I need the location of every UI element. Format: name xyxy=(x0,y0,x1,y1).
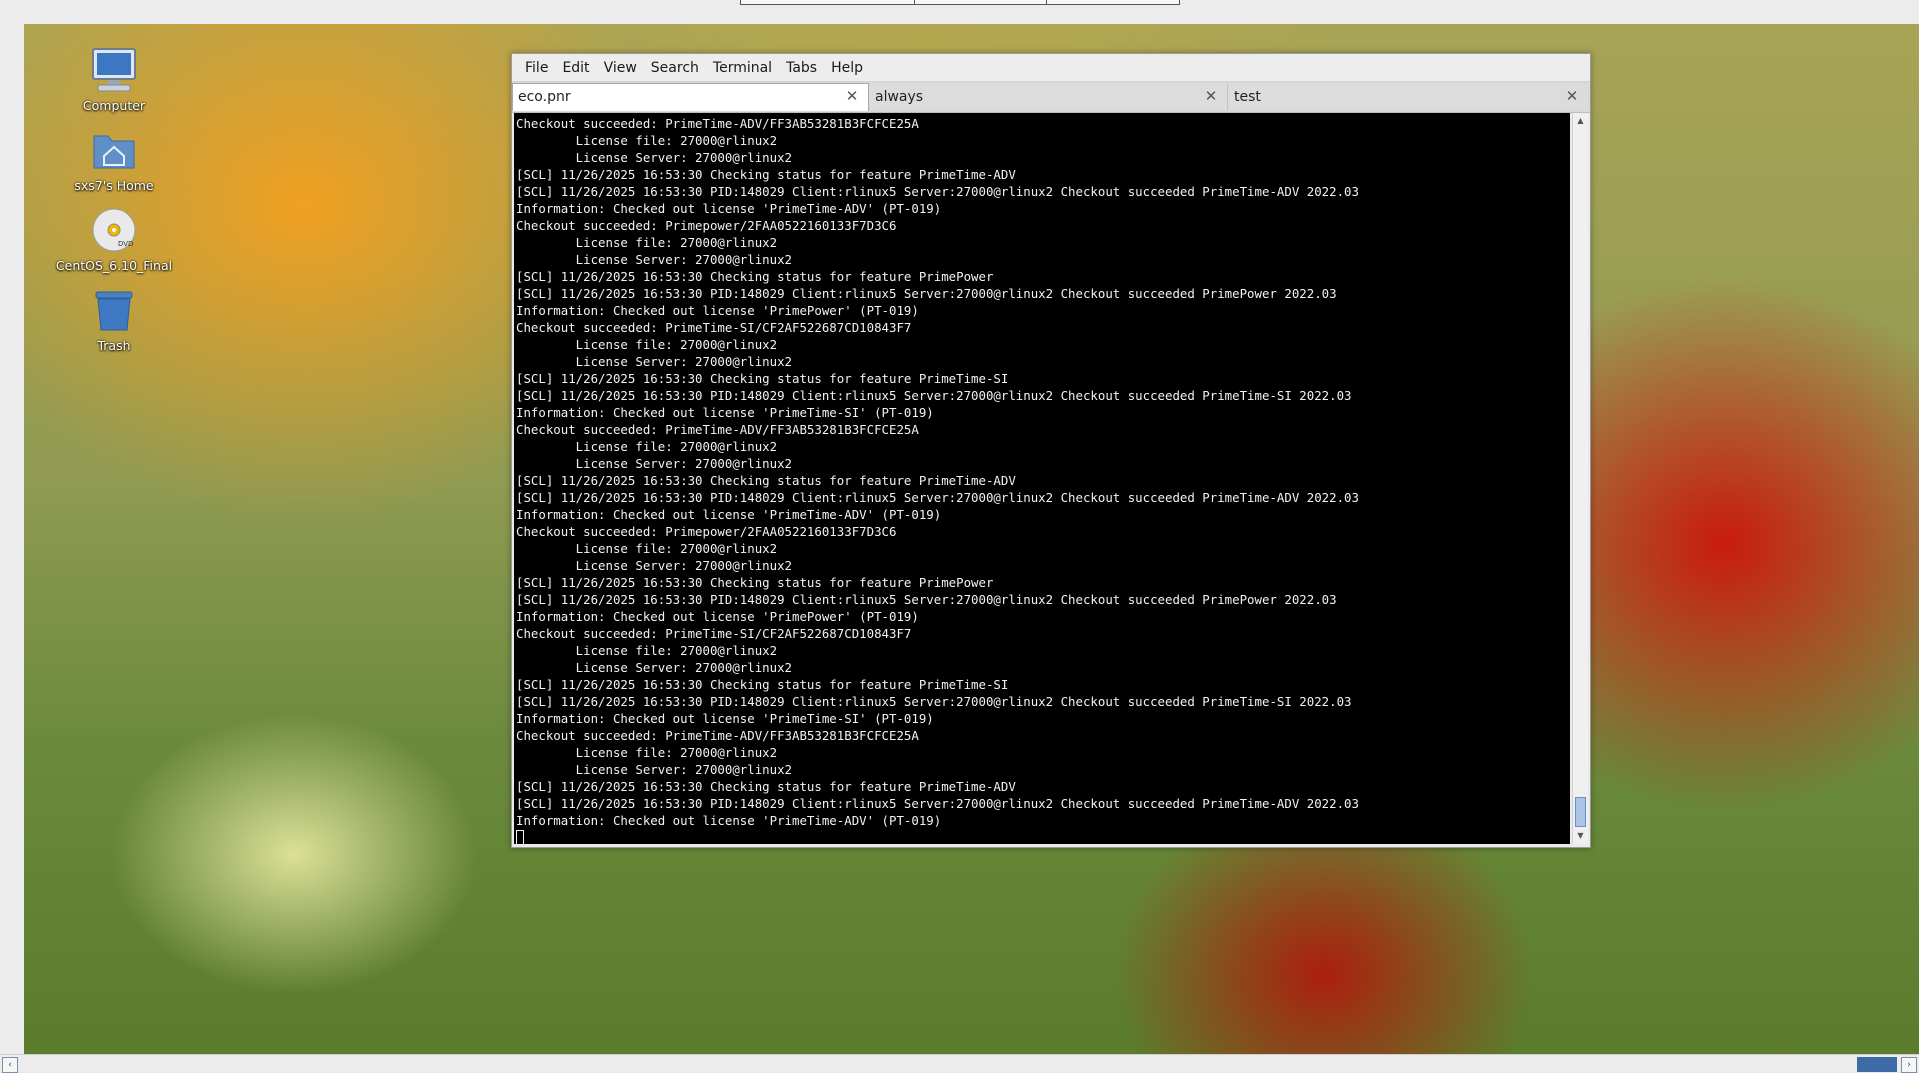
terminal-line: [SCL] 11/26/2025 16:53:30 PID:148029 Cli… xyxy=(516,184,1359,199)
terminal-line: License file: 27000@rlinux2 xyxy=(575,439,778,454)
home-folder-icon xyxy=(90,126,138,174)
terminal-line: License file: 27000@rlinux2 xyxy=(575,541,778,556)
taskbar-slot[interactable] xyxy=(914,0,1048,5)
terminal-line: License file: 27000@rlinux2 xyxy=(575,643,778,658)
terminal-line: [SCL] 11/26/2025 16:53:30 Checking statu… xyxy=(516,269,994,284)
terminal-line: [SCL] 11/26/2025 16:53:30 PID:148029 Cli… xyxy=(516,796,1359,811)
terminal-line: License file: 27000@rlinux2 xyxy=(575,745,778,760)
tab-always[interactable]: always ✕ xyxy=(870,84,1228,110)
terminal-line: License file: 27000@rlinux2 xyxy=(575,133,778,148)
terminal-line: Checkout succeeded: PrimeTime-SI/CF2AF52… xyxy=(516,320,912,335)
terminal-line: Information: Checked out license 'PrimeT… xyxy=(516,405,934,420)
trash-icon xyxy=(90,286,138,334)
terminal-line: [SCL] 11/26/2025 16:53:30 PID:148029 Cli… xyxy=(516,490,1359,505)
terminal-window[interactable]: File Edit View Search Terminal Tabs Help… xyxy=(511,53,1591,848)
terminal-line: License Server: 27000@rlinux2 xyxy=(575,354,793,369)
close-icon[interactable]: ✕ xyxy=(1203,88,1219,104)
terminal-cursor xyxy=(516,830,524,844)
terminal-line: [SCL] 11/26/2025 16:53:30 Checking statu… xyxy=(516,473,1016,488)
desktop-icon-dvd[interactable]: DVD CentOS_6.10_Final xyxy=(44,206,184,273)
terminal-line: [SCL] 11/26/2025 16:53:30 PID:148029 Cli… xyxy=(516,694,1352,709)
left-panel-strip xyxy=(0,24,25,1054)
terminal-line: [SCL] 11/26/2025 16:53:30 Checking statu… xyxy=(516,371,1009,386)
terminal-text: Checkout succeeded: PrimeTime-ADV/FF3AB5… xyxy=(514,113,1570,844)
terminal-line: [SCL] 11/26/2025 16:53:30 Checking statu… xyxy=(516,167,1016,182)
menu-edit[interactable]: Edit xyxy=(555,60,596,76)
taskbar-slot[interactable] xyxy=(740,0,916,5)
terminal-line: [SCL] 11/26/2025 16:53:30 PID:148029 Cli… xyxy=(516,592,1337,607)
desktop-icon-label: Trash xyxy=(97,338,131,353)
tab-label: always xyxy=(875,89,924,105)
desktop-icon-label: Computer xyxy=(82,98,146,113)
terminal-line: Information: Checked out license 'PrimeT… xyxy=(516,201,942,216)
tab-bar: eco.pnr ✕ always ✕ test ✕ xyxy=(512,82,1590,113)
scroll-thumb[interactable] xyxy=(1575,797,1586,827)
terminal-line: Checkout succeeded: PrimeTime-ADV/FF3AB5… xyxy=(516,422,919,437)
terminal-line: [SCL] 11/26/2025 16:53:30 Checking statu… xyxy=(516,575,994,590)
terminal-line: Checkout succeeded: PrimeTime-ADV/FF3AB5… xyxy=(516,728,919,743)
menu-file[interactable]: File xyxy=(518,60,555,76)
terminal-line: License Server: 27000@rlinux2 xyxy=(575,558,793,573)
terminal-line: [SCL] 11/26/2025 16:53:30 Checking statu… xyxy=(516,779,1016,794)
desktop-icon-computer[interactable]: Computer xyxy=(44,46,184,113)
terminal-output[interactable]: Checkout succeeded: PrimeTime-ADV/FF3AB5… xyxy=(514,113,1570,844)
menu-search[interactable]: Search xyxy=(644,60,706,76)
terminal-line: Information: Checked out license 'PrimeP… xyxy=(516,609,919,624)
menubar: File Edit View Search Terminal Tabs Help xyxy=(512,54,1590,82)
menu-terminal[interactable]: Terminal xyxy=(706,60,779,76)
terminal-line: Checkout succeeded: PrimeTime-ADV/FF3AB5… xyxy=(516,116,919,131)
menu-help[interactable]: Help xyxy=(824,60,870,76)
top-panel xyxy=(0,0,1919,25)
desktop-icon-trash[interactable]: Trash xyxy=(44,286,184,353)
terminal-line: [SCL] 11/26/2025 16:53:30 PID:148029 Cli… xyxy=(516,388,1352,403)
menu-view[interactable]: View xyxy=(597,60,644,76)
terminal-line: License Server: 27000@rlinux2 xyxy=(575,456,793,471)
computer-icon xyxy=(90,46,138,94)
desktop-icon-label: sxs7's Home xyxy=(74,178,154,193)
terminal-line: License Server: 27000@rlinux2 xyxy=(575,150,793,165)
terminal-line: License Server: 27000@rlinux2 xyxy=(575,762,793,777)
bottom-panel: ‹ › xyxy=(0,1054,1919,1073)
terminal-line: Checkout succeeded: Primepower/2FAA05221… xyxy=(516,524,897,539)
terminal-line: Information: Checked out license 'PrimeP… xyxy=(516,303,919,318)
terminal-line: Checkout succeeded: Primepower/2FAA05221… xyxy=(516,218,897,233)
terminal-line: [SCL] 11/26/2025 16:53:30 PID:148029 Cli… xyxy=(516,286,1337,301)
terminal-line: License Server: 27000@rlinux2 xyxy=(575,252,793,267)
terminal-line: [SCL] 11/26/2025 16:53:30 Checking statu… xyxy=(516,677,1009,692)
tab-eco-pnr[interactable]: eco.pnr ✕ xyxy=(512,83,869,111)
dvd-icon: DVD xyxy=(90,206,138,254)
desktop-icon-home[interactable]: sxs7's Home xyxy=(44,126,184,193)
terminal-line: Checkout succeeded: PrimeTime-SI/CF2AF52… xyxy=(516,626,912,641)
menu-tabs[interactable]: Tabs xyxy=(779,60,824,76)
terminal-line: Information: Checked out license 'PrimeT… xyxy=(516,813,942,828)
close-icon[interactable]: ✕ xyxy=(1564,88,1580,104)
taskbar-slot[interactable] xyxy=(1046,0,1180,5)
desktop-icon-label: CentOS_6.10_Final xyxy=(55,258,173,273)
terminal-line: License file: 27000@rlinux2 xyxy=(575,235,778,250)
terminal-line: License Server: 27000@rlinux2 xyxy=(575,660,793,675)
scroll-up-icon[interactable]: ▲ xyxy=(1575,115,1586,126)
tab-label: eco.pnr xyxy=(518,89,571,105)
close-icon[interactable]: ✕ xyxy=(844,88,860,104)
tab-test[interactable]: test ✕ xyxy=(1229,84,1588,110)
svg-text:DVD: DVD xyxy=(118,240,133,248)
vertical-scrollbar[interactable]: ▲ ▼ xyxy=(1572,113,1588,844)
tab-label: test xyxy=(1234,89,1261,105)
terminal-line: Information: Checked out license 'PrimeT… xyxy=(516,507,942,522)
terminal-line: License file: 27000@rlinux2 xyxy=(575,337,778,352)
scroll-down-icon[interactable]: ▼ xyxy=(1575,830,1586,841)
workspace-switcher[interactable] xyxy=(1857,1057,1897,1072)
terminal-line: Information: Checked out license 'PrimeT… xyxy=(516,711,934,726)
